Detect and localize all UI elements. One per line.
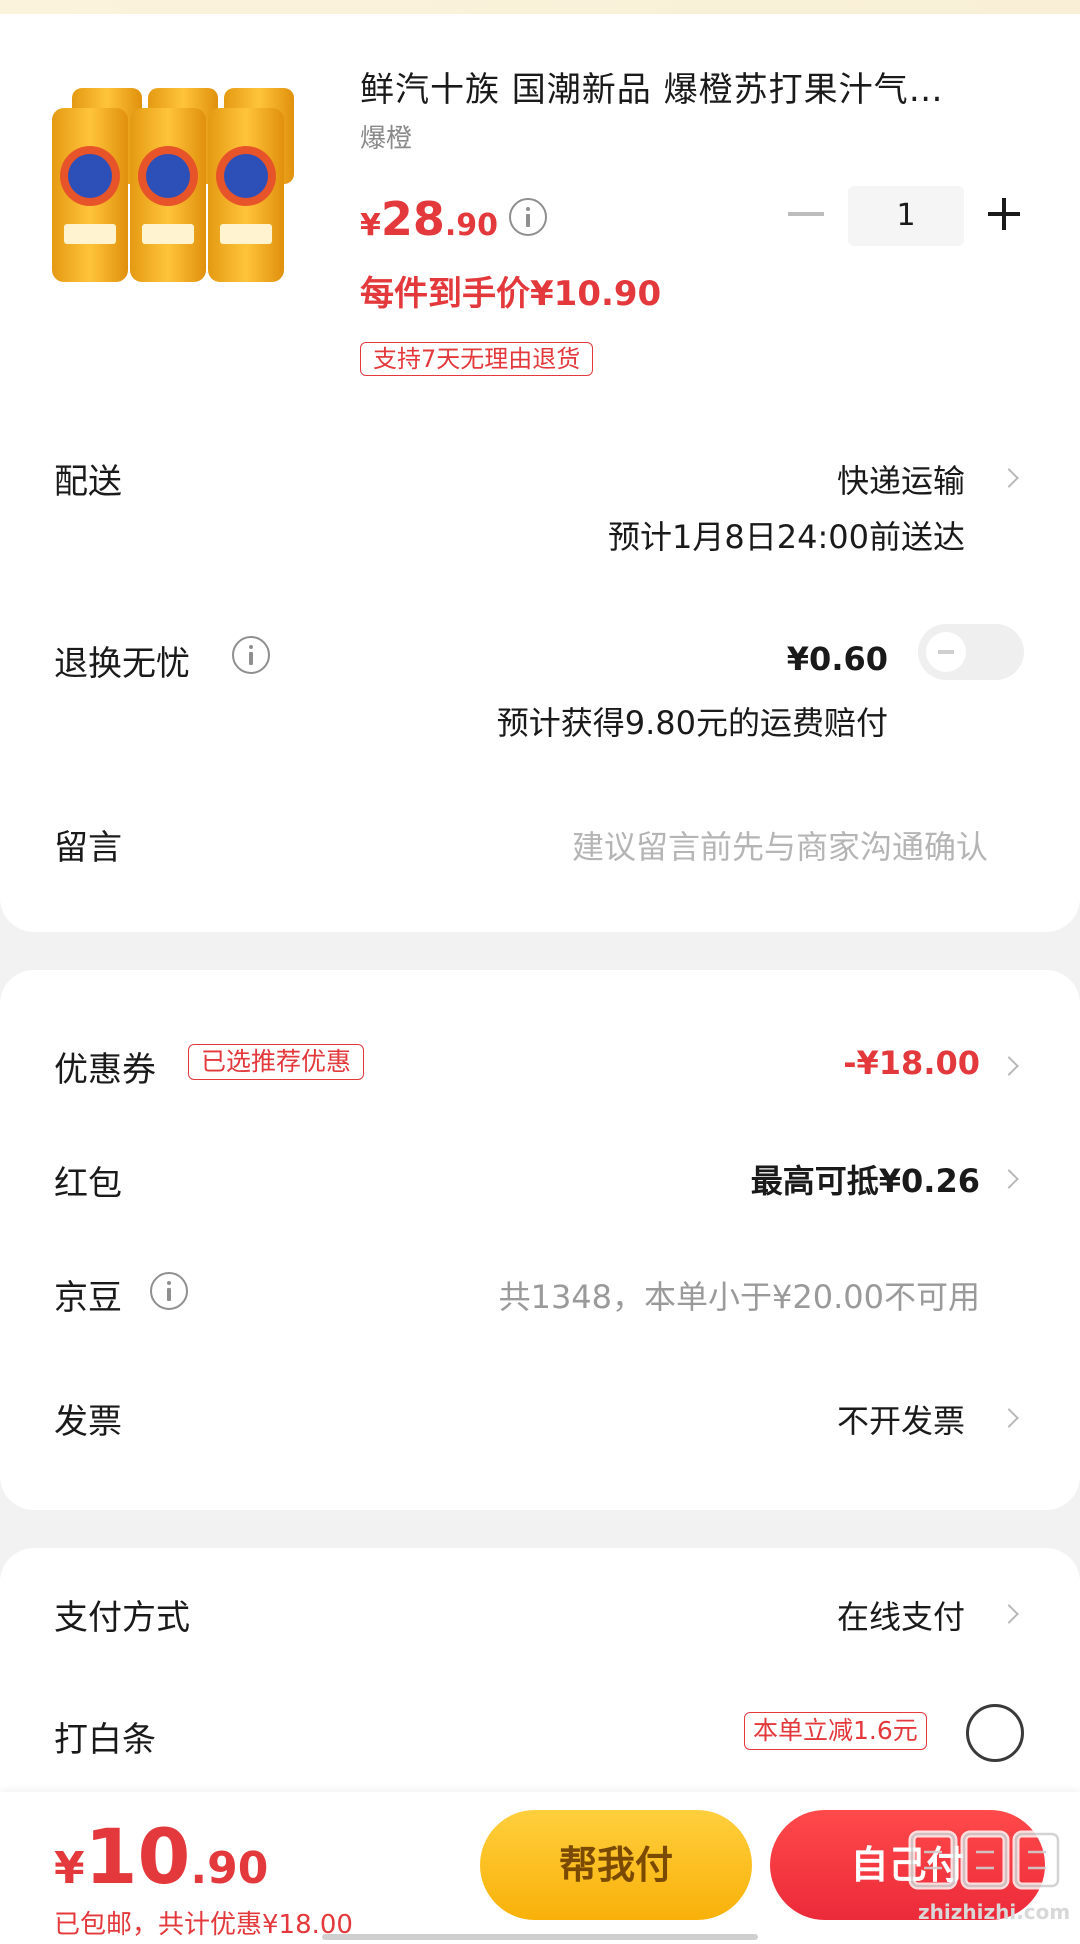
price-currency: ¥ [360,208,381,243]
baitiao-radio[interactable] [966,1704,1024,1762]
payment-method-value[interactable]: 在线支付 [837,1592,965,1638]
coupon-value[interactable]: -¥18.00 [843,1044,980,1082]
quantity-increase-button[interactable] [988,198,1020,230]
help-me-pay-button[interactable]: 帮我付 [480,1810,752,1920]
jingdou-info-icon[interactable] [150,1272,188,1310]
unit-price-text: 每件到手价¥10.90 [360,274,662,314]
return-insurance-info-icon[interactable] [232,636,270,674]
baitiao-discount-badge: 本单立减1.6元 [744,1712,927,1750]
total-integer: 10 [84,1812,191,1901]
quantity-input[interactable]: 1 [848,186,964,246]
watermark-logo-icon [908,1830,1062,1890]
watermark-text: zhizhizhi.com [918,1900,1071,1924]
return-insurance-price: ¥0.60 [786,640,888,678]
total-summary: 已包邮，共计优惠¥18.00 [54,1910,353,1940]
delivery-eta: 预计1月8日24:00前送达 [608,518,965,556]
return-insurance-toggle[interactable] [918,624,1024,680]
price-info-icon[interactable] [509,198,547,236]
delivery-label: 配送 [54,462,122,502]
price-integer: 28 [380,192,445,246]
red-packet-value[interactable]: 最高可抵¥0.26 [751,1156,980,1202]
product-title[interactable]: 鲜汽十族 国潮新品 爆橙苏打果汁气… [360,68,1020,112]
invoice-label: 发票 [54,1402,122,1442]
product-price: ¥28.90 [360,192,498,246]
total-decimal: .90 [190,1843,269,1894]
payment-method-label: 支付方式 [54,1598,190,1638]
return-insurance-label: 退换无忧 [54,644,190,684]
jingdou-value: 共1348，本单小于¥20.00不可用 [498,1278,980,1316]
home-indicator[interactable] [322,1934,758,1940]
message-label: 留言 [54,828,122,868]
invoice-value[interactable]: 不开发票 [837,1396,965,1442]
return-policy-badge: 支持7天无理由退货 [360,342,594,376]
product-spec: 爆橙 [360,124,413,154]
coupon-label: 优惠券 [54,1050,156,1090]
red-packet-label: 红包 [54,1164,122,1204]
total-price: ¥10.90 [54,1812,268,1901]
price-decimal: .90 [444,208,499,243]
product-image[interactable] [50,86,326,286]
delivery-method[interactable]: 快递运输 [837,456,965,502]
message-input[interactable]: 建议留言前先与商家沟通确认 [572,822,988,868]
jingdou-label: 京豆 [54,1278,122,1318]
total-currency: ¥ [54,1843,85,1894]
toggle-knob [926,632,966,672]
coupon-selected-badge: 已选推荐优惠 [188,1044,365,1080]
return-insurance-note: 预计获得9.80元的运费赔付 [496,704,888,742]
quantity-decrease-button[interactable] [788,212,824,216]
baitiao-label: 打白条 [54,1720,156,1760]
